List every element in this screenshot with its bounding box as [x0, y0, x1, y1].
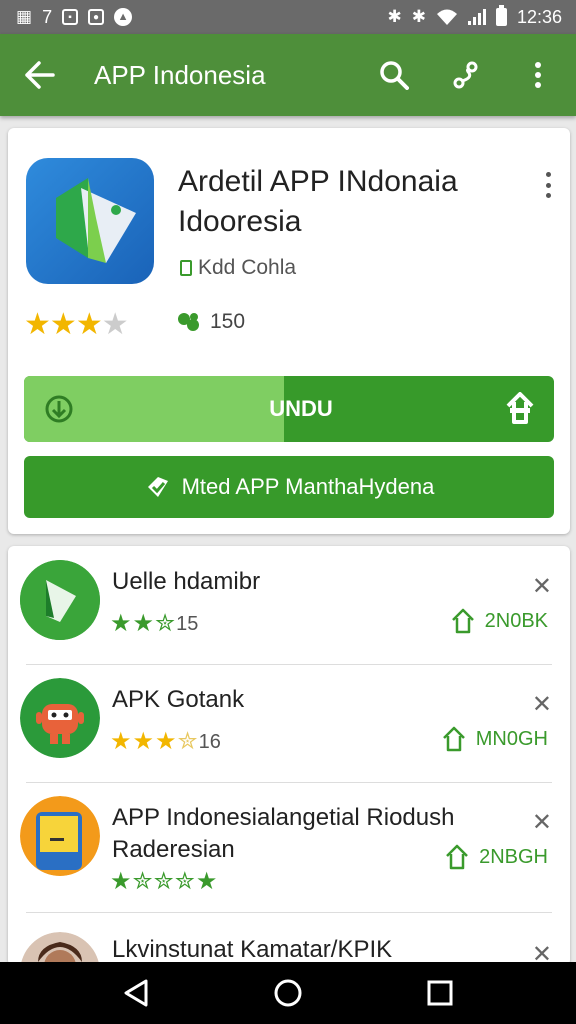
star-icon: ★: [132, 728, 154, 755]
item-name: Uelle hdamibr: [112, 568, 261, 595]
status-bar: ▦ 7 ▪ ● ▲ ✱ ✱ 12:36: [0, 0, 576, 34]
page-title: APP Indonesia: [94, 59, 266, 90]
item-name: APP Indonesialangetial Riodush Raderesia…: [112, 804, 455, 863]
signal-icon: [467, 9, 486, 25]
item-name: APK Gotank: [112, 686, 245, 713]
star-icon: ★: [110, 728, 131, 755]
item-rating: ★ ★ ★ ✮ 16: [110, 730, 221, 754]
install-action[interactable]: MN0GH: [442, 726, 548, 752]
downloads-count: 150: [210, 310, 246, 333]
star-icon: ★: [75, 308, 103, 341]
star-icon: ★: [195, 868, 217, 895]
back-arrow-icon[interactable]: [20, 55, 60, 95]
app-icon: [20, 932, 100, 966]
rating-count: 15: [176, 612, 199, 635]
star-icon: ★: [132, 610, 154, 637]
dismiss-icon[interactable]: ✕: [532, 690, 552, 719]
app-icon: [20, 678, 100, 758]
install-icon: [446, 844, 468, 870]
status-right-icons: ✱ ✱ 12:36: [387, 5, 562, 28]
half-star-icon: ★: [101, 308, 129, 341]
clock: 12:36: [516, 6, 562, 27]
card-menu-icon[interactable]: [540, 172, 556, 198]
open-app-label: Mted APP ManthaHydena: [181, 474, 435, 499]
back-nav-icon[interactable]: [116, 973, 156, 1013]
app-notification-icon: ●: [88, 9, 105, 25]
developer-name: Kdd Cohla: [198, 256, 297, 279]
navigation-bar: [0, 962, 576, 1024]
wifi-icon: [436, 9, 457, 25]
dismiss-icon[interactable]: ✕: [532, 572, 552, 601]
bluetooth-icon-2: ✱: [411, 7, 426, 26]
rating-stars: ★ ★ ★ ★: [24, 308, 129, 341]
checkmark-icon: [147, 477, 168, 497]
list-item[interactable]: Lkvinstunat Kamatar/KPIK ✕: [8, 912, 570, 966]
navigation-icon: ▲: [114, 8, 133, 26]
download-button[interactable]: UNDU: [24, 376, 554, 442]
install-count: MN0GH: [475, 727, 548, 750]
open-app-button[interactable]: Mted APP ManthaHydena: [24, 456, 554, 518]
app-bar: APP Indonesia: [0, 34, 576, 116]
bluetooth-icon: ✱: [387, 7, 402, 26]
status-left-icons: ▦ 7 ▪ ● ▲: [16, 6, 133, 28]
home-nav-icon[interactable]: [268, 973, 308, 1013]
install-count: 2N0BK: [484, 609, 548, 632]
star-icon: ★: [155, 728, 176, 755]
overflow-menu-icon[interactable]: [518, 55, 558, 95]
list-item[interactable]: APP Indonesialangetial Riodush Raderesia…: [8, 782, 570, 912]
download-label: UNDU: [269, 396, 333, 421]
downloads: 150: [176, 310, 245, 334]
install-icon: [451, 608, 474, 634]
install-action[interactable]: 2N0BK: [451, 608, 548, 634]
install-action[interactable]: 2NBGH: [445, 844, 548, 870]
app-name: Ardetil APP INdonaia Idooresia: [178, 165, 458, 238]
notification-count: 7: [42, 6, 53, 27]
rating-count: 16: [198, 730, 221, 753]
star-icon: ★: [110, 868, 131, 895]
app-detail-card: Ardetil APP INdonaia Idooresia Kdd Cohla…: [8, 128, 570, 534]
star-outline-icon: ✮: [153, 868, 174, 895]
recents-nav-icon[interactable]: [420, 973, 460, 1013]
half-star-icon: ✮: [177, 728, 198, 755]
app-icon: [20, 796, 100, 876]
battery-icon: [495, 5, 507, 26]
app-icon: [20, 560, 100, 640]
star-icon: ★: [110, 610, 131, 637]
photo-icon: ▪: [62, 9, 79, 25]
star-icon: ★: [24, 308, 51, 341]
share-icon[interactable]: [446, 55, 486, 95]
install-icon: [506, 392, 534, 424]
list-item[interactable]: Uelle hdamibr ★ ★ ✮ 15 ✕ 2N0BK: [8, 546, 570, 664]
item-rating: ★ ★ ✮ 15: [110, 612, 198, 636]
star-outline-icon: ✮: [174, 868, 195, 895]
developer[interactable]: Kdd Cohla: [180, 256, 296, 280]
developer-badge-icon: [180, 260, 192, 276]
star-icon: ★: [49, 308, 77, 341]
downloads-icon: [178, 313, 199, 331]
star-outline-icon: ✮: [132, 868, 153, 895]
list-item[interactable]: APK Gotank ★ ★ ★ ✮ 16 ✕ MN0GH: [8, 664, 570, 782]
star-outline-icon: ✮: [155, 610, 175, 637]
install-count: 2NBGH: [479, 845, 548, 868]
dismiss-icon[interactable]: ✕: [532, 808, 552, 837]
related-apps-list: Uelle hdamibr ★ ★ ✮ 15 ✕ 2N0BK APK Gotan…: [8, 546, 570, 966]
search-icon[interactable]: [374, 55, 414, 95]
install-icon: [442, 726, 465, 752]
item-rating: ★ ✮ ✮ ✮ ★: [110, 868, 217, 895]
calendar-icon: ▦: [16, 7, 33, 26]
app-logo: [26, 158, 154, 284]
